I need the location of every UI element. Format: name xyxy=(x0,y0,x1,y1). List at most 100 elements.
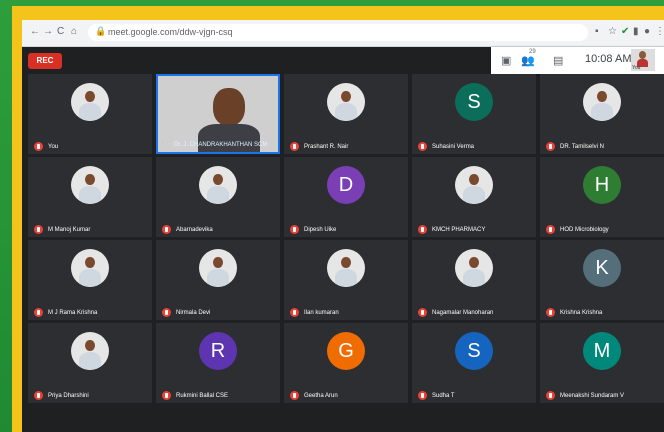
browser-window: ← → C ⌂ 🔒 meet.google.com/ddw-vjgn-csq ▪… xyxy=(22,20,664,432)
participant-name: Prashant R. Nair xyxy=(304,144,349,150)
mic-off-icon xyxy=(546,225,555,234)
participant-tile[interactable]: D Dipesh Uike xyxy=(284,157,408,237)
avatar xyxy=(71,83,109,121)
check-icon[interactable]: ✔ xyxy=(621,26,629,37)
mic-off-icon xyxy=(162,391,171,400)
mic-off-icon xyxy=(34,142,43,151)
avatar xyxy=(327,249,365,287)
participant-tile[interactable]: Abarnadevika xyxy=(156,157,280,237)
participant-name: Dipesh Uike xyxy=(304,227,337,233)
avatar: H xyxy=(583,166,621,204)
profile-icon[interactable]: ● xyxy=(644,26,650,37)
info-icon[interactable]: ▣ xyxy=(501,54,511,67)
participant-tile[interactable]: M J Rama Krishna xyxy=(28,240,152,320)
speaking-icon: ⫶ xyxy=(162,141,164,147)
self-view[interactable]: You xyxy=(631,49,655,71)
avatar: K xyxy=(583,249,621,287)
home-icon[interactable]: ⌂ xyxy=(71,26,77,37)
avatar xyxy=(583,83,621,121)
recording-badge: REC xyxy=(28,53,62,69)
participant-tile[interactable]: Priya Dharshini xyxy=(28,323,152,403)
participant-name: Dr. J. CHANDRAKHANTHAN SCM xyxy=(174,142,268,148)
participant-name: M J Rama Krishna xyxy=(48,310,98,316)
mic-off-icon xyxy=(418,391,427,400)
avatar xyxy=(199,249,237,287)
participant-name: Meenakshi Sundaram V xyxy=(560,393,625,399)
avatar: G xyxy=(327,332,365,370)
meeting-area: REC ▣ 👥 29 ▤ 10:08 AM You You ⫶ Dr. J. CHA… xyxy=(22,47,664,432)
participant-name: M Manoj Kumar xyxy=(48,227,91,233)
avatar: D xyxy=(327,166,365,204)
mic-off-icon xyxy=(290,225,299,234)
lock-icon: 🔒 xyxy=(95,26,107,36)
chat-icon[interactable]: ▤ xyxy=(553,54,563,67)
participant-tile[interactable]: ⫶ Dr. J. CHANDRAKHANTHAN SCM xyxy=(156,74,280,154)
avatar xyxy=(71,249,109,287)
participant-name: Suhasini Verma xyxy=(432,144,475,150)
avatar xyxy=(327,83,365,121)
clock: 10:08 AM xyxy=(585,53,632,65)
participant-tile[interactable]: S Sudha T xyxy=(412,323,536,403)
forward-icon[interactable]: → xyxy=(43,26,53,37)
mic-off-icon xyxy=(290,142,299,151)
meeting-header-panel: ▣ 👥 29 ▤ 10:08 AM You xyxy=(491,47,664,74)
self-label: You xyxy=(632,65,641,71)
avatar xyxy=(71,332,109,370)
avatar: S xyxy=(455,83,493,121)
mic-off-icon xyxy=(546,391,555,400)
extension-icon[interactable]: ▮ xyxy=(633,26,639,37)
camera-icon[interactable]: ▪ xyxy=(595,26,599,37)
mic-off-icon xyxy=(34,225,43,234)
participant-tile[interactable]: G Geetha Arun xyxy=(284,323,408,403)
avatar: M xyxy=(583,332,621,370)
mic-off-icon xyxy=(34,391,43,400)
participant-count: 29 xyxy=(529,49,536,55)
participant-tile[interactable]: You xyxy=(28,74,152,154)
participant-tile[interactable]: KMCH PHARMACY xyxy=(412,157,536,237)
mic-off-icon xyxy=(418,308,427,317)
mic-off-icon xyxy=(162,225,171,234)
participant-tile[interactable]: Nagamalar Manoharan xyxy=(412,240,536,320)
participant-tile[interactable]: K Krishna Krishna xyxy=(540,240,664,320)
participant-name: Priya Dharshini xyxy=(48,393,89,399)
browser-toolbar: ← → C ⌂ 🔒 meet.google.com/ddw-vjgn-csq ▪… xyxy=(22,20,664,47)
people-icon[interactable]: 👥 xyxy=(521,54,535,67)
avatar: S xyxy=(455,332,493,370)
avatar xyxy=(455,249,493,287)
participant-name: Nagamalar Manoharan xyxy=(432,310,494,316)
avatar xyxy=(71,166,109,204)
participant-tile[interactable]: H HOD Microbiology xyxy=(540,157,664,237)
participant-tile[interactable]: M Meenakshi Sundaram V xyxy=(540,323,664,403)
participant-tile[interactable]: S Suhasini Verma xyxy=(412,74,536,154)
address-bar[interactable]: 🔒 meet.google.com/ddw-vjgn-csq xyxy=(88,24,588,41)
participant-tile[interactable]: M Manoj Kumar xyxy=(28,157,152,237)
mic-off-icon xyxy=(290,308,299,317)
avatar xyxy=(199,166,237,204)
participant-name: DR. Tamilselvi N xyxy=(560,144,604,150)
mic-off-icon xyxy=(290,391,299,400)
participant-tile[interactable]: Nirmala Devi xyxy=(156,240,280,320)
mic-off-icon xyxy=(546,308,555,317)
participant-tile[interactable]: R Rukmini Ballal CSE xyxy=(156,323,280,403)
participant-tile[interactable]: DR. Tamilselvi N xyxy=(540,74,664,154)
avatar xyxy=(455,166,493,204)
menu-icon[interactable]: ⋮ xyxy=(655,26,664,37)
participant-tile[interactable]: Ilan kumaran xyxy=(284,240,408,320)
participant-tile[interactable]: Prashant R. Nair xyxy=(284,74,408,154)
url-text: meet.google.com/ddw-vjgn-csq xyxy=(108,27,233,37)
star-icon[interactable]: ☆ xyxy=(608,26,617,37)
participant-name: Krishna Krishna xyxy=(560,310,603,316)
avatar: R xyxy=(199,332,237,370)
mic-off-icon xyxy=(162,308,171,317)
participant-name: Nirmala Devi xyxy=(176,310,211,316)
participant-name: HOD Microbiology xyxy=(560,227,609,233)
participant-name: KMCH PHARMACY xyxy=(432,227,486,233)
participant-name: Sudha T xyxy=(432,393,455,399)
mic-off-icon xyxy=(34,308,43,317)
participant-name: Rukmini Ballal CSE xyxy=(176,393,229,399)
reload-icon[interactable]: C xyxy=(57,26,64,37)
participant-name: Ilan kumaran xyxy=(304,310,339,316)
back-icon[interactable]: ← xyxy=(30,26,40,37)
participant-name: Abarnadevika xyxy=(176,227,213,233)
mic-off-icon xyxy=(418,225,427,234)
